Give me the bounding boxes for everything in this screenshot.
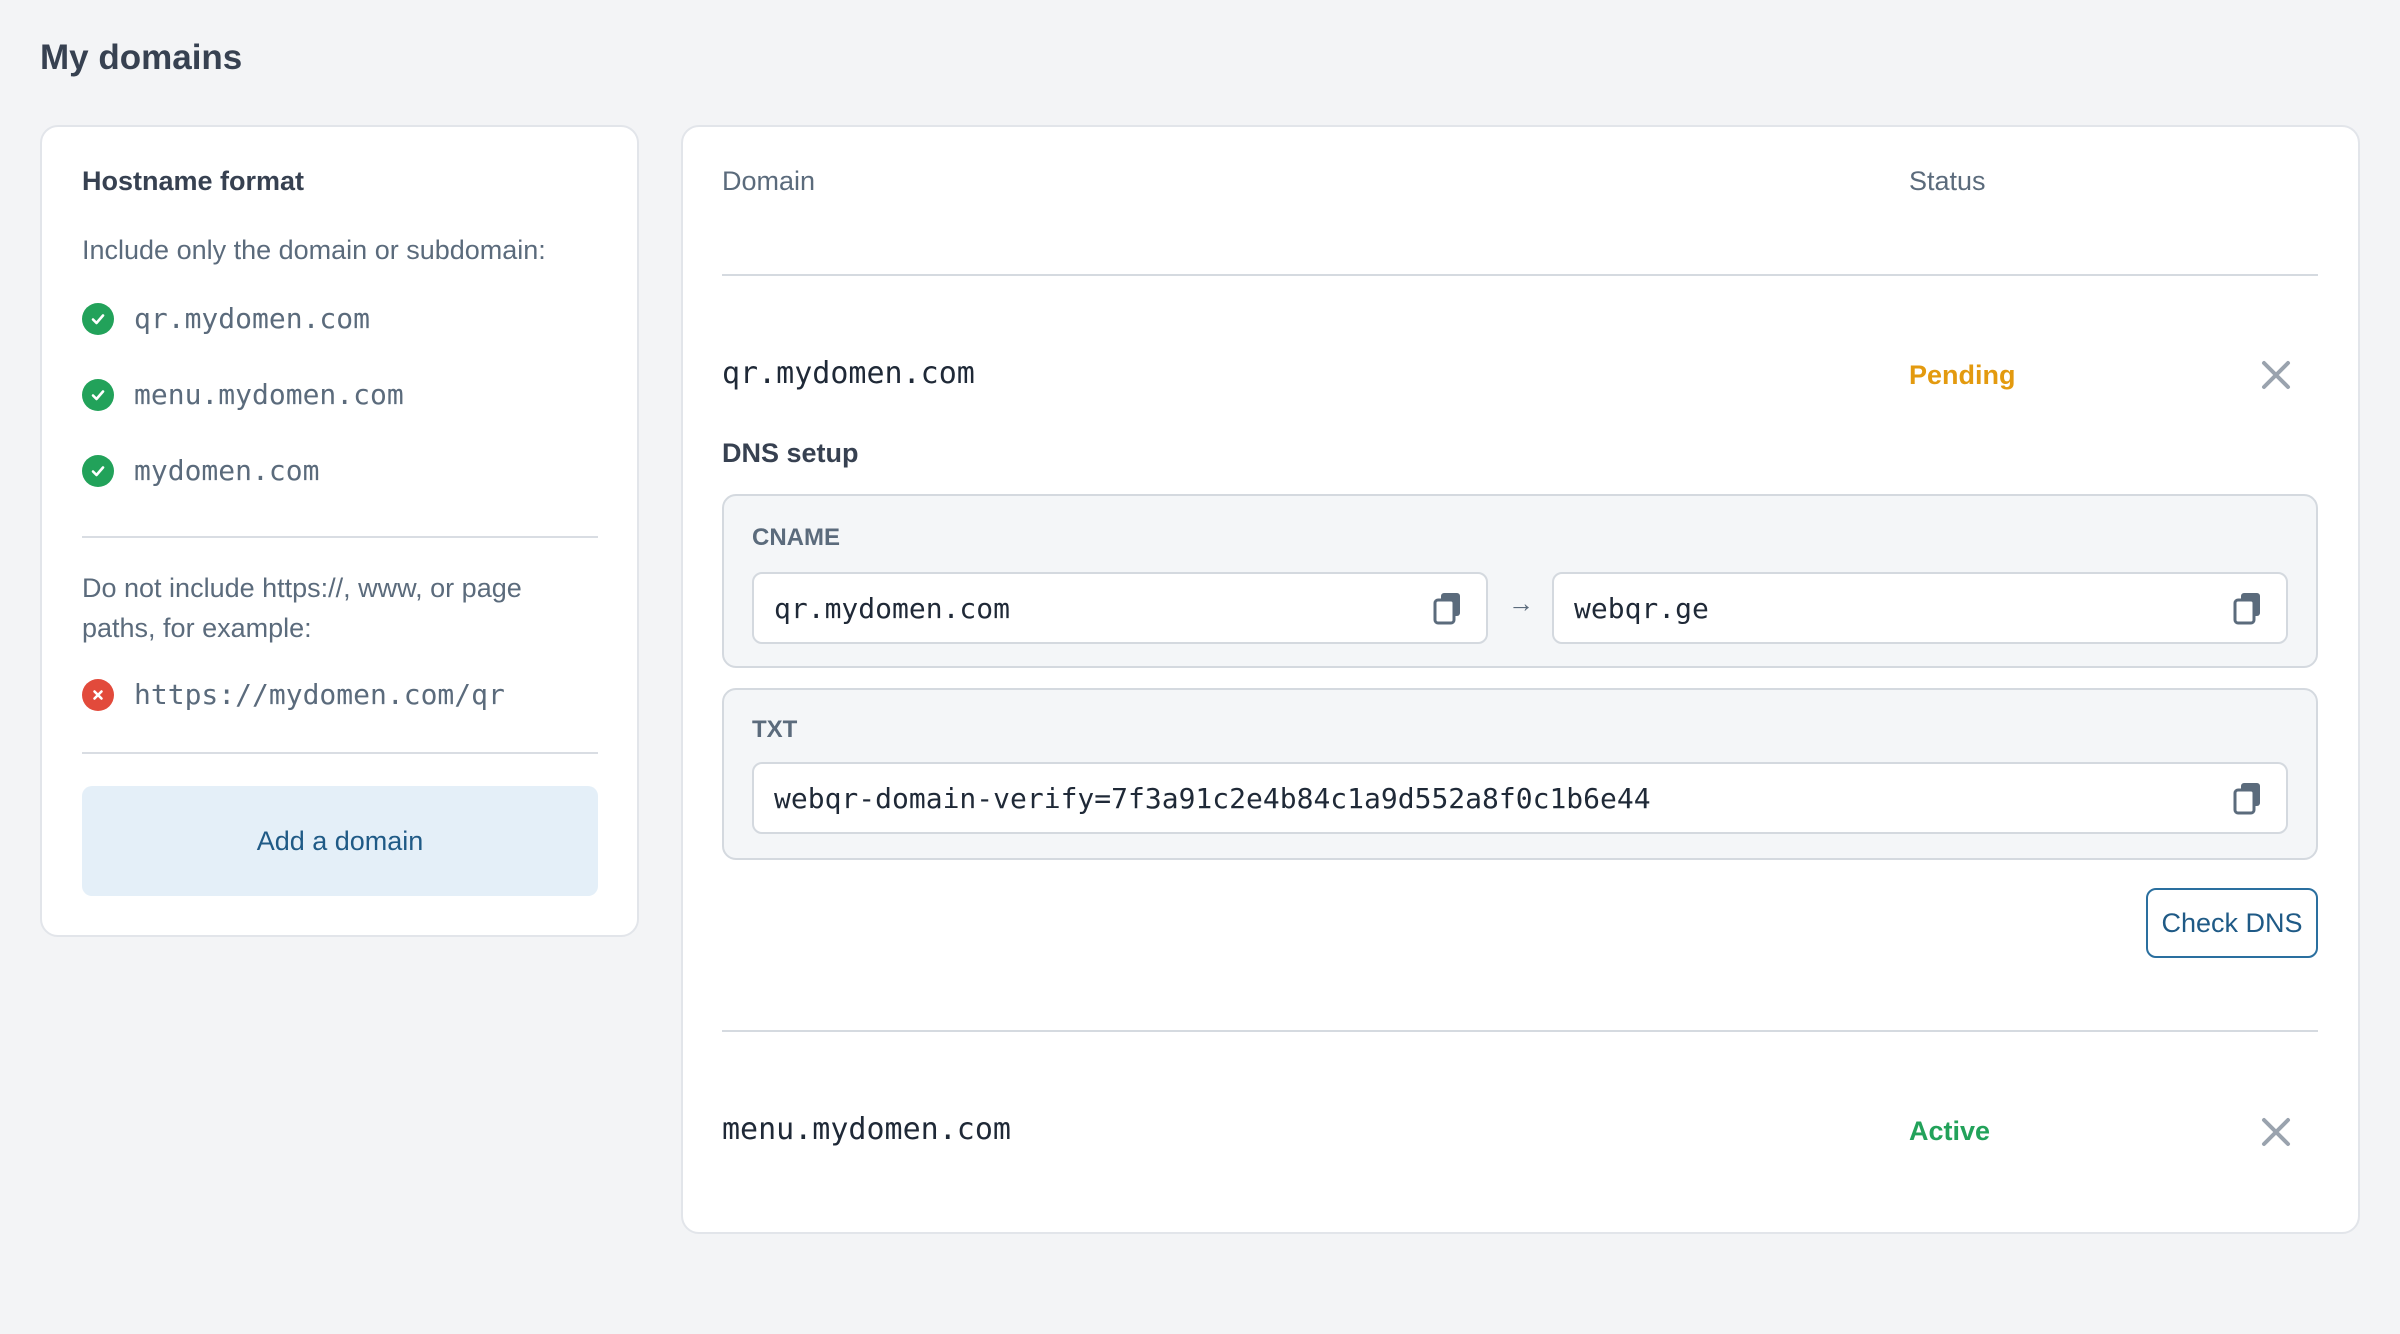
good-example: menu.mydomen.com	[82, 378, 404, 411]
remove-domain-button[interactable]	[2258, 357, 2294, 393]
check-circle-icon	[82, 302, 114, 335]
add-domain-button[interactable]: Add a domain	[82, 786, 598, 896]
status-badge: Active	[1909, 1116, 1991, 1146]
txt-value-field[interactable]: webqr-domain-verify=7f3a91c2e4b84c1a9d55…	[752, 762, 2288, 834]
bad-example: https://mydomen.com/qr	[82, 678, 505, 711]
good-example: mydomen.com	[82, 454, 319, 487]
good-example-text: qr.mydomen.com	[134, 302, 371, 335]
txt-record: TXT webqr-domain-verify=7f3a91c2e4b84c1a…	[722, 688, 2318, 860]
arrow-right-icon: →	[1508, 588, 1534, 618]
column-header-domain: Domain	[722, 166, 816, 196]
row-divider	[722, 1030, 2318, 1032]
cname-record: CNAME qr.mydomen.com → webqr.ge	[722, 494, 2318, 668]
copy-icon[interactable]	[2232, 591, 2264, 625]
cname-target-field[interactable]: webqr.ge	[1552, 572, 2288, 644]
txt-label: TXT	[752, 716, 798, 743]
cname-label: CNAME	[752, 524, 840, 551]
header-divider	[722, 274, 2318, 276]
bad-example-text: https://mydomen.com/qr	[134, 678, 505, 711]
check-circle-icon	[82, 454, 114, 487]
good-example-text: menu.mydomen.com	[134, 378, 404, 411]
page-title: My domains	[40, 38, 243, 77]
exclude-text: Do not include https://, www, or page pa…	[82, 573, 522, 643]
good-example-text: mydomen.com	[134, 454, 320, 487]
copy-icon[interactable]	[1432, 591, 1464, 625]
dns-setup-title: DNS setup	[722, 438, 859, 468]
cname-target-value: webqr.ge	[1574, 591, 1709, 625]
close-icon	[2262, 1118, 2290, 1146]
close-icon	[2262, 361, 2290, 389]
copy-icon[interactable]	[2232, 781, 2264, 815]
good-example: qr.mydomen.com	[82, 302, 370, 335]
remove-domain-button[interactable]	[2258, 1114, 2294, 1150]
hostname-format-title: Hostname format	[82, 166, 305, 196]
include-text: Include only the domain or subdomain:	[82, 235, 546, 265]
status-badge: Pending	[1909, 360, 2016, 390]
domains-card	[681, 125, 2360, 1234]
x-circle-icon	[82, 678, 114, 711]
divider	[82, 536, 598, 538]
divider	[82, 752, 598, 754]
column-header-status: Status	[1909, 166, 1986, 196]
check-circle-icon	[82, 378, 114, 411]
domain-name: menu.mydomen.com	[722, 1112, 1011, 1147]
domain-name: qr.mydomen.com	[722, 356, 975, 391]
cname-host-value: qr.mydomen.com	[774, 591, 1011, 625]
check-dns-button[interactable]: Check DNS	[2146, 888, 2318, 958]
txt-value: webqr-domain-verify=7f3a91c2e4b84c1a9d55…	[774, 781, 1651, 815]
cname-host-field[interactable]: qr.mydomen.com	[752, 572, 1488, 644]
